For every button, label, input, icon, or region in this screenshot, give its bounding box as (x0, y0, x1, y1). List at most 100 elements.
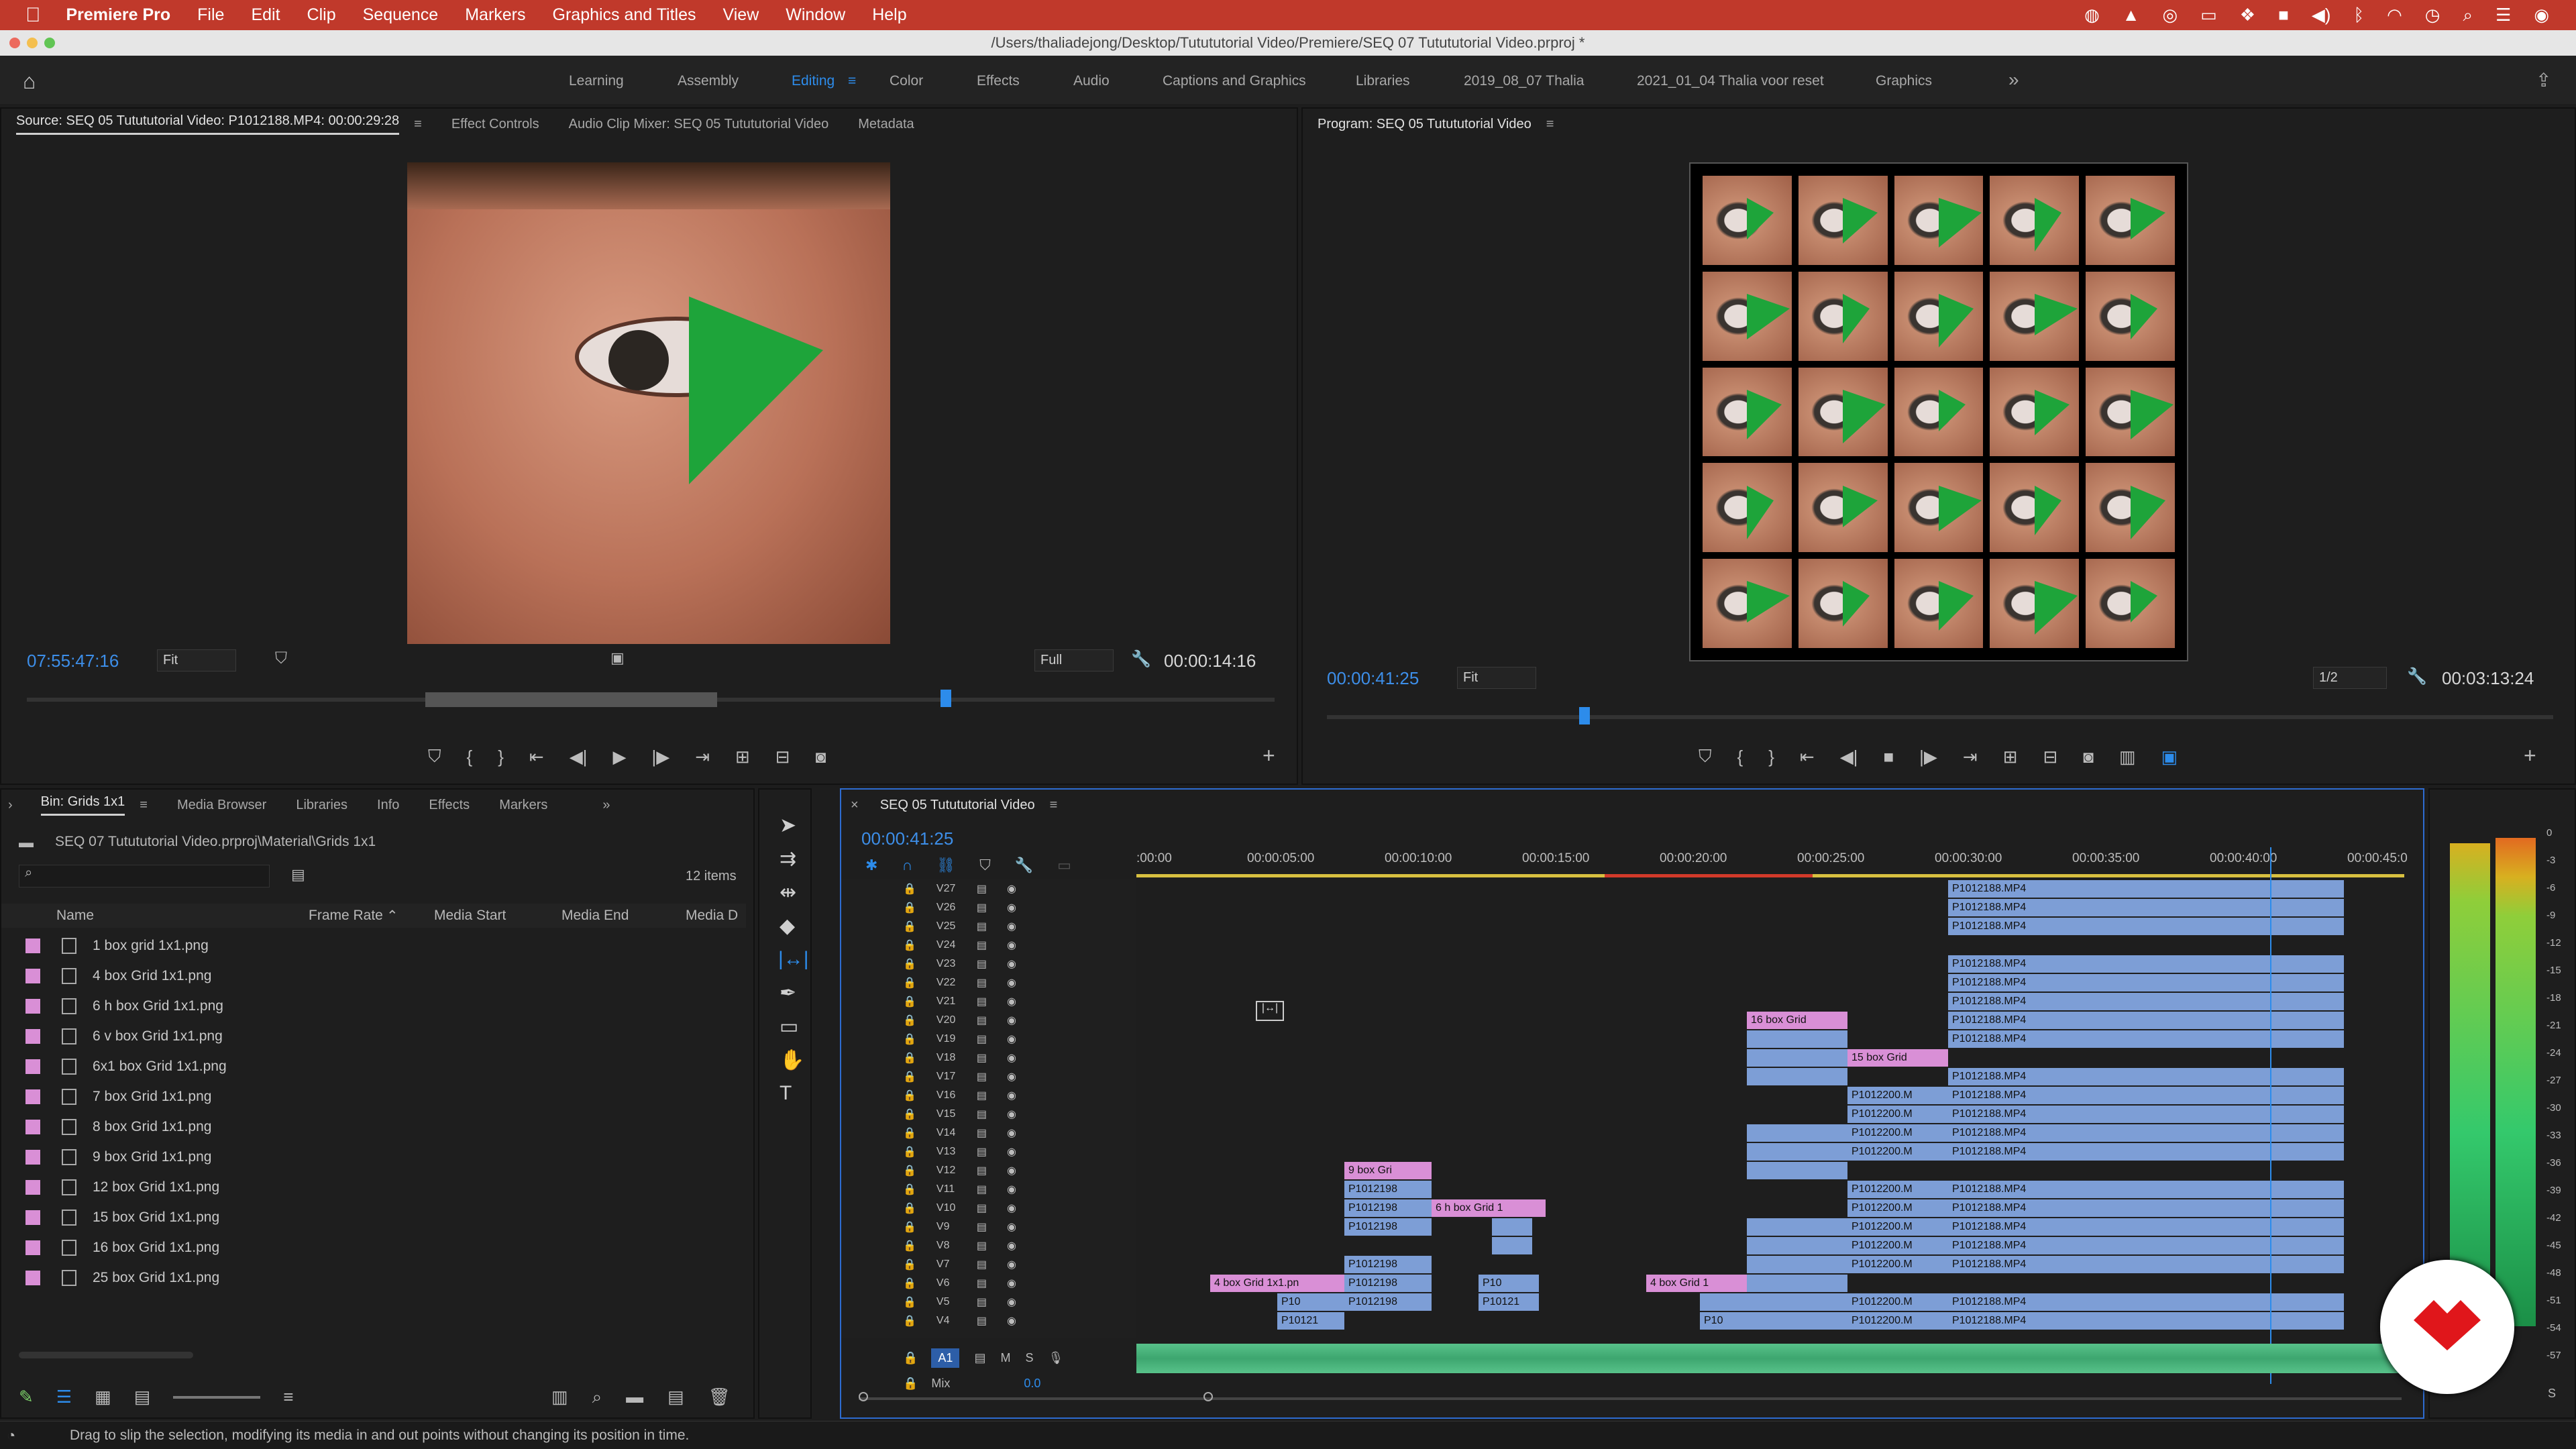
lock-icon[interactable]: 🔒 (903, 1377, 918, 1391)
timeline-clip[interactable] (1747, 1124, 1847, 1142)
label-color-swatch[interactable] (25, 1240, 40, 1255)
lock-icon[interactable]: 🔒 (903, 1089, 916, 1102)
timeline-clip[interactable]: P1012200.M (1847, 1199, 1948, 1217)
find-icon[interactable]: ⌕ (592, 1387, 602, 1408)
lock-icon[interactable]: 🔒 (903, 1314, 916, 1328)
extract-icon[interactable]: ⊟ (2043, 747, 2058, 767)
toggle-output-icon[interactable]: ▤ (977, 1070, 987, 1083)
timeline-clip[interactable]: P1012200.M (1847, 1237, 1948, 1254)
goto-out-icon[interactable]: ⇥ (695, 747, 710, 767)
eye-icon[interactable]: ◉ (1007, 1032, 1016, 1046)
video-track-header[interactable]: 🔒 V6 ▤ ◉ (841, 1274, 1089, 1293)
eye-icon[interactable]: ◉ (1007, 938, 1016, 952)
program-quality-select[interactable]: 1/2 (2313, 667, 2387, 689)
razor-tool-icon[interactable]: ◆ (780, 914, 795, 938)
goto-in-icon[interactable]: ⇤ (529, 747, 544, 767)
video-track-header[interactable]: 🔒 V12 ▤ ◉ (841, 1161, 1089, 1180)
menu-window[interactable]: Window (786, 5, 845, 25)
timeline-clip[interactable]: P1012198 (1344, 1218, 1432, 1236)
pencil-icon[interactable]: ✎ (19, 1387, 34, 1407)
timeline-clip[interactable] (1747, 1275, 1847, 1292)
eye-icon[interactable]: ◉ (1007, 1295, 1016, 1309)
program-fit-select[interactable]: Fit (1457, 667, 1536, 689)
label-color-swatch[interactable] (25, 968, 40, 983)
tab-media-browser[interactable]: Media Browser (177, 798, 266, 813)
timeline-ruler[interactable]: :00:00 00:00:05:00 00:00:10:00 00:00:15:00 0… (1136, 847, 2408, 871)
eye-icon[interactable]: ◉ (1007, 1239, 1016, 1252)
label-color-swatch[interactable] (25, 1119, 40, 1134)
label-color-swatch[interactable] (25, 1210, 40, 1225)
toggle-output-icon[interactable]: ▤ (977, 1314, 987, 1328)
tab-sequence[interactable]: SEQ 05 Tutututorial Video (880, 798, 1035, 813)
timeline-clip[interactable]: P10121 (1479, 1293, 1539, 1311)
label-color-swatch[interactable] (25, 998, 40, 1014)
label-color-swatch[interactable] (25, 1028, 40, 1044)
timeline-clip[interactable]: P1012188.MP4 (1948, 1256, 2344, 1273)
program-scrub-bar[interactable] (1327, 715, 2553, 719)
bin-item[interactable]: 15 box Grid 1x1.png (16, 1202, 734, 1232)
add-marker-icon[interactable]: ⛉ (428, 746, 441, 767)
zoom-slider[interactable] (173, 1395, 261, 1399)
timeline-clip[interactable] (1747, 1162, 1847, 1179)
menu-markers[interactable]: Markers (465, 5, 525, 25)
toggle-output-icon[interactable]: ▤ (977, 957, 987, 971)
toggle-output-icon[interactable]: ▤ (977, 1277, 987, 1290)
menu-view[interactable]: View (723, 5, 759, 25)
eye-icon[interactable]: ◉ (1007, 1108, 1016, 1121)
timeline-clip[interactable]: P1012188.MP4 (1948, 974, 2344, 991)
bin-item[interactable]: 9 box Grid 1x1.png (16, 1142, 734, 1172)
timeline-clip[interactable]: P1012200.M (1847, 1312, 1948, 1330)
eye-icon[interactable]: ◉ (1007, 1145, 1016, 1159)
menu-sequence[interactable]: Sequence (363, 5, 439, 25)
timeline-clip[interactable]: P1012188.MP4 (1948, 1030, 2344, 1048)
ws-editing[interactable]: Editing (792, 73, 835, 89)
ws-libraries[interactable]: Libraries (1356, 73, 1410, 89)
toggle-output-icon[interactable]: ▤ (977, 1164, 987, 1177)
snap-icon[interactable]: ∩ (902, 857, 912, 874)
ws-learning[interactable]: Learning (569, 73, 624, 89)
lock-icon[interactable]: 🔒 (903, 1051, 916, 1065)
timeline-clip[interactable]: 4 box Grid 1 (1646, 1275, 1747, 1292)
source-menu-icon[interactable]: ≡ (414, 117, 422, 132)
lock-icon[interactable]: 🔒 (903, 1070, 916, 1083)
tab-program[interactable]: Program: SEQ 05 Tutututorial Video (1318, 117, 1532, 132)
toggle-output-icon[interactable]: ▤ (977, 995, 987, 1008)
mark-out-icon[interactable]: } (498, 747, 504, 767)
timeline-clip[interactable] (1747, 1312, 1847, 1330)
timeline-clip[interactable]: P1012188.MP4 (1948, 1143, 2344, 1161)
timeline-clip[interactable] (1747, 1030, 1847, 1048)
timeline-clip[interactable]: 15 box Grid (1847, 1049, 1948, 1067)
new-bin-icon[interactable]: ▬ (626, 1387, 643, 1408)
bin-item[interactable]: 25 box Grid 1x1.png (16, 1263, 734, 1293)
tab-effect-controls[interactable]: Effect Controls (451, 117, 539, 132)
timeline-clip[interactable]: P1012188.MP4 (1948, 1237, 2344, 1254)
video-track-header[interactable]: 🔒 V10 ▤ ◉ (841, 1199, 1089, 1218)
lock-icon[interactable]: 🔒 (903, 995, 916, 1008)
stop-icon[interactable]: ■ (1883, 747, 1894, 767)
toggle-output-icon[interactable]: ▤ (977, 1295, 987, 1309)
timeline-clip[interactable]: P1012188.MP4 (1948, 993, 2344, 1010)
timeline-clip[interactable]: 9 box Gri (1344, 1162, 1432, 1179)
nest-icon[interactable]: ✱ (865, 857, 877, 874)
video-track-header[interactable]: 🔒 V27 ▤ ◉ (841, 879, 1089, 898)
add-marker-icon[interactable]: ⛉ (979, 857, 991, 874)
col-name[interactable]: Name (56, 908, 94, 924)
timeline-clip[interactable]: P1012188.MP4 (1948, 1106, 2344, 1123)
toggle-output-icon[interactable]: ▤ (977, 1201, 987, 1215)
bin-item[interactable]: 8 box Grid 1x1.png (16, 1112, 734, 1142)
ws-more-button[interactable]: » (2008, 69, 2019, 91)
lock-icon[interactable]: 🔒 (903, 1126, 916, 1140)
video-track-header[interactable]: 🔒 V7 ▤ ◉ (841, 1255, 1089, 1274)
timeline-clip[interactable]: 4 box Grid 1x1.pn (1210, 1275, 1344, 1292)
ws-graphics[interactable]: Graphics (1876, 73, 1932, 89)
solo-meter-button[interactable]: S (2548, 1387, 2556, 1401)
bin-item[interactable]: 16 box Grid 1x1.png (16, 1232, 734, 1263)
bin-item[interactable]: 1 box grid 1x1.png (16, 930, 734, 961)
home-icon[interactable]: ⌂ (23, 69, 36, 94)
timeline-clip[interactable]: P1012200.M (1847, 1124, 1948, 1142)
video-track-header[interactable]: 🔒 V5 ▤ ◉ (841, 1293, 1089, 1311)
insert-icon[interactable]: ⊞ (735, 747, 750, 767)
timeline-clip[interactable] (1747, 1293, 1847, 1311)
tab-markers[interactable]: Markers (499, 798, 547, 813)
video-track-header[interactable]: 🔒 V9 ▤ ◉ (841, 1218, 1089, 1236)
